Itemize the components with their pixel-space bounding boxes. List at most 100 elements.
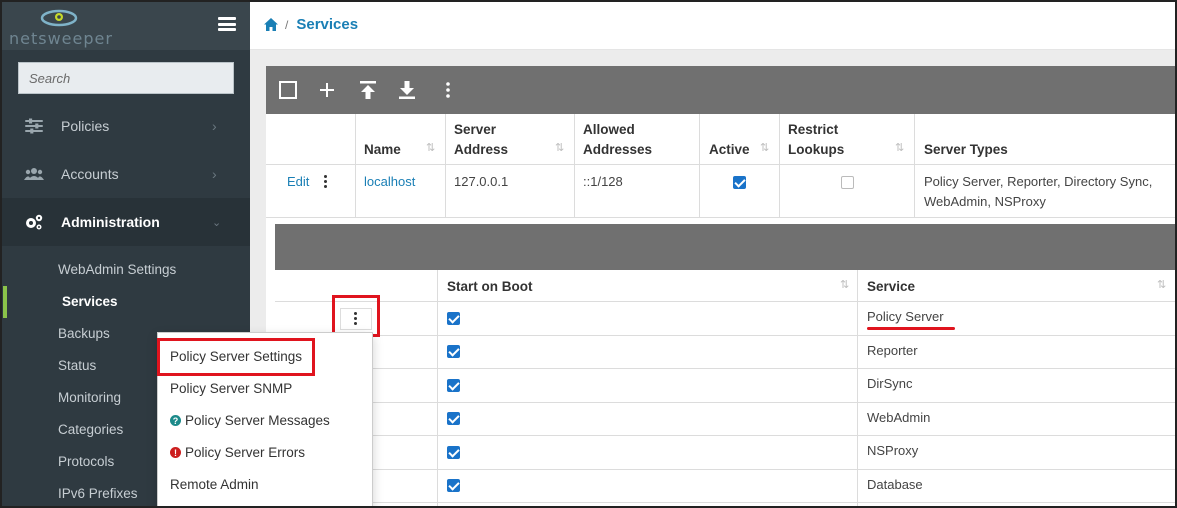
- download-icon: [399, 81, 415, 99]
- breadcrumb-separator: /: [285, 17, 289, 32]
- column-header-server-types[interactable]: Server Types: [924, 120, 1008, 160]
- sidebar-item-monitoring[interactable]: Monitoring: [58, 390, 121, 405]
- sort-icon[interactable]: ⇅: [760, 141, 769, 154]
- square-icon: [279, 81, 297, 99]
- service-name: Reporter: [867, 343, 918, 358]
- menu-item-remote-admin[interactable]: Remote Admin: [170, 477, 259, 492]
- top-bar: / Services: [250, 0, 1177, 50]
- allowed-addresses: ::1/128: [583, 174, 623, 189]
- upload-icon: [360, 81, 376, 99]
- sidebar-item-protocols[interactable]: Protocols: [58, 454, 114, 469]
- chevron-right-icon: ›: [212, 118, 217, 134]
- brand-bar: netsweeper: [0, 0, 250, 50]
- home-icon[interactable]: [264, 18, 278, 31]
- nav-item-administration[interactable]: Administration ⌄: [0, 198, 250, 246]
- row-divider: [275, 335, 1177, 336]
- breadcrumb: / Services: [264, 16, 358, 33]
- service-actions-button[interactable]: [340, 308, 372, 330]
- service-name: Database: [867, 477, 923, 492]
- sort-icon[interactable]: ⇅: [426, 141, 435, 154]
- header-divider: [275, 301, 1177, 302]
- column-header-active[interactable]: Active: [709, 120, 750, 160]
- sort-icon[interactable]: ⇅: [840, 278, 849, 291]
- server-name-link[interactable]: localhost: [364, 172, 415, 192]
- highlight-underline: [867, 327, 955, 330]
- search-input[interactable]: [18, 62, 234, 94]
- column-header-allowed-addresses[interactable]: Allowed Addresses: [583, 120, 652, 160]
- start-on-boot-checkbox[interactable]: [447, 479, 460, 492]
- menu-toggle-icon[interactable]: [218, 17, 236, 31]
- plus-icon: [320, 83, 334, 97]
- services-panel: Start on Boot ⇅ Service ⇅ Policy Server …: [275, 224, 1177, 508]
- service-name: Policy Server: [867, 309, 944, 324]
- users-icon: [24, 168, 44, 180]
- menu-item-policy-server-settings[interactable]: Policy Server Settings: [170, 349, 302, 364]
- header-divider: [266, 164, 1177, 165]
- column-header-start-on-boot[interactable]: Start on Boot: [447, 277, 533, 297]
- sort-icon[interactable]: ⇅: [895, 141, 904, 154]
- start-on-boot-checkbox[interactable]: [447, 379, 460, 392]
- row-divider: [275, 435, 1177, 436]
- column-header-service[interactable]: Service: [867, 277, 915, 297]
- row-divider: [275, 368, 1177, 369]
- start-on-boot-checkbox[interactable]: [447, 446, 460, 459]
- sidebar-item-services[interactable]: Services: [62, 294, 118, 309]
- service-name: WebAdmin: [867, 410, 931, 425]
- column-header-name[interactable]: Name: [364, 120, 401, 160]
- brand-name: netsweeper: [9, 29, 113, 48]
- sidebar-item-webadmin-settings[interactable]: WebAdmin Settings: [58, 262, 176, 277]
- service-name: DirSync: [867, 376, 913, 391]
- sidebar-item-backups[interactable]: Backups: [58, 326, 110, 341]
- sidebar-item-categories[interactable]: Categories: [58, 422, 123, 437]
- start-on-boot-checkbox[interactable]: [447, 412, 460, 425]
- question-icon: ?: [170, 415, 181, 426]
- menu-item-policy-server-errors[interactable]: ! Policy Server Errors: [170, 445, 305, 460]
- download-button[interactable]: [397, 80, 417, 100]
- table-toolbar: [266, 66, 1177, 114]
- menu-item-policy-server-snmp[interactable]: Policy Server SNMP: [170, 381, 292, 396]
- start-on-boot-checkbox[interactable]: [447, 312, 460, 325]
- server-types: Policy Server, Reporter, Directory Sync,…: [924, 174, 1153, 209]
- restrict-lookups-checkbox[interactable]: [841, 176, 854, 189]
- start-on-boot-checkbox[interactable]: [447, 345, 460, 358]
- cogs-icon: [26, 214, 43, 230]
- row-divider: [266, 217, 1177, 218]
- menu-item-policy-server-messages[interactable]: ? Policy Server Messages: [170, 413, 330, 428]
- col-divider: [355, 114, 356, 218]
- service-context-menu: Policy Server Settings Policy Server SNM…: [157, 332, 373, 508]
- sort-icon[interactable]: ⇅: [1157, 278, 1166, 291]
- col-divider: [857, 270, 858, 508]
- col-divider: [574, 114, 575, 218]
- col-divider: [699, 114, 700, 218]
- services-toolbar: [275, 224, 1177, 270]
- chevron-down-icon: ⌄: [212, 216, 222, 229]
- error-icon: !: [170, 447, 181, 458]
- nav-item-accounts[interactable]: Accounts ›: [0, 150, 250, 198]
- select-all-checkbox[interactable]: [278, 80, 298, 100]
- column-header-server-address[interactable]: Server Address: [454, 120, 508, 160]
- col-divider: [914, 114, 915, 218]
- col-divider: [437, 270, 438, 508]
- sort-icon[interactable]: ⇅: [555, 141, 564, 154]
- col-divider: [445, 114, 446, 218]
- sidebar-item-status[interactable]: Status: [58, 358, 96, 373]
- breadcrumb-current[interactable]: Services: [296, 16, 358, 33]
- edit-link[interactable]: Edit: [287, 172, 309, 192]
- nav-item-label: Accounts: [61, 166, 119, 182]
- nav-item-label: Policies: [61, 118, 110, 134]
- netsweeper-logo-icon: [40, 9, 78, 27]
- upload-button[interactable]: [358, 80, 378, 100]
- sliders-icon: [25, 118, 43, 134]
- server-address: 127.0.0.1: [454, 174, 509, 189]
- sidebar-item-ipv6-prefixes[interactable]: IPv6 Prefixes: [58, 486, 138, 501]
- row-actions-icon[interactable]: [324, 175, 328, 190]
- col-divider: [779, 114, 780, 218]
- more-options-button[interactable]: [438, 80, 458, 100]
- nav-item-label: Administration: [61, 214, 160, 230]
- add-button[interactable]: [317, 80, 337, 100]
- row-divider: [275, 402, 1177, 403]
- kebab-icon: [446, 82, 450, 98]
- nav-item-policies[interactable]: Policies ›: [0, 102, 250, 150]
- column-header-restrict-lookups[interactable]: Restrict Lookups: [788, 120, 844, 160]
- active-checkbox[interactable]: [733, 176, 746, 189]
